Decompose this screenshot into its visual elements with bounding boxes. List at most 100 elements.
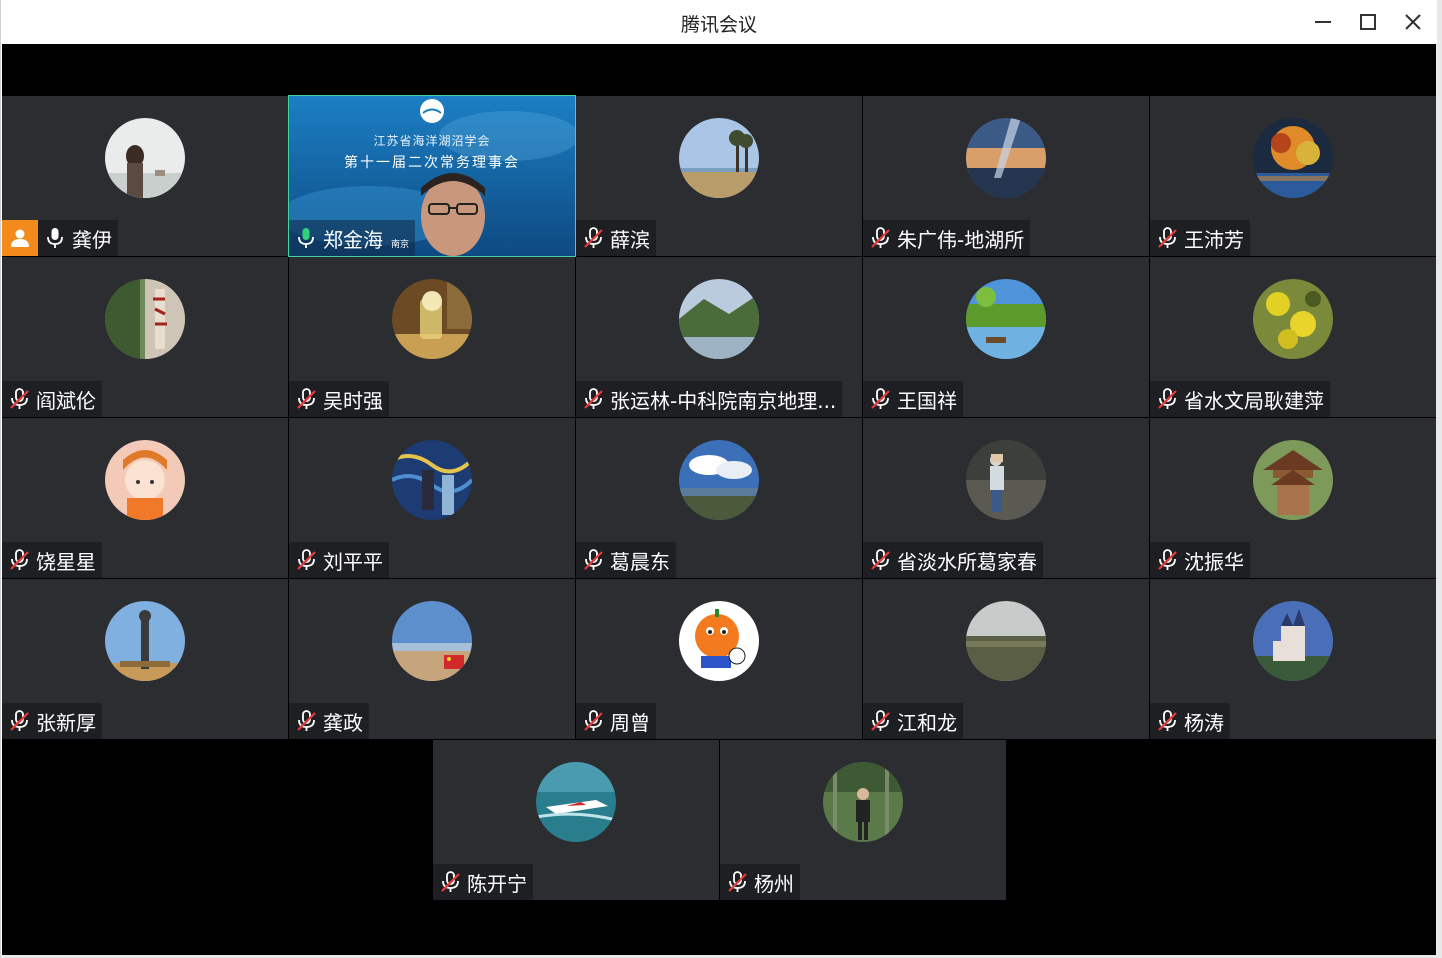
mic-muted-icon xyxy=(871,227,890,248)
participant-tile[interactable]: 王国祥 xyxy=(863,257,1149,417)
participant-avatar xyxy=(1253,440,1333,520)
maximize-icon xyxy=(1360,14,1376,30)
banner-line-1: 江苏省海洋湖沼学会 xyxy=(373,134,491,148)
mic-muted-icon xyxy=(728,871,747,892)
participant-avatar xyxy=(392,279,472,359)
participant-name: 刘平平 xyxy=(323,549,383,574)
mic-muted-icon xyxy=(584,388,603,409)
maximize-button[interactable] xyxy=(1348,6,1388,38)
close-button[interactable] xyxy=(1393,6,1433,38)
participant-avatar xyxy=(679,118,759,198)
participant-avatar xyxy=(1253,601,1333,681)
participant-name-label: 饶星星 xyxy=(2,542,102,578)
participant-tile[interactable]: 龚伊 xyxy=(2,96,288,256)
participant-tile[interactable]: 龚政 xyxy=(289,579,575,739)
mic-muted-indicator xyxy=(1156,709,1178,733)
participant-name: 张运林-中科院南京地理... xyxy=(610,388,837,413)
mic-muted-icon xyxy=(10,388,29,409)
banner-line-2: 第十一届二次常务理事会 xyxy=(344,155,520,171)
participant-tile[interactable]: 省水文局耿建萍 xyxy=(1150,257,1436,417)
mic-muted-icon xyxy=(871,710,890,731)
mic-muted-icon xyxy=(1158,388,1177,409)
participant-tile[interactable]: 沈振华 xyxy=(1150,418,1436,578)
participant-tile[interactable]: 陈开宁 xyxy=(433,740,719,900)
participant-name: 郑金海 xyxy=(323,227,383,252)
participant-avatar xyxy=(823,762,903,842)
mic-muted-icon xyxy=(10,549,29,570)
video-grid: 龚伊 江苏省海洋湖沼学会 第十一届二次常务理事会 郑金海 南京 薛滨 朱广伟-地湖所 王沛芳阎… xyxy=(2,44,1436,955)
mic-icon xyxy=(47,228,63,248)
participant-name: 朱广伟-地湖所 xyxy=(897,227,1025,252)
participant-avatar xyxy=(966,440,1046,520)
participant-name-label: 刘平平 xyxy=(289,542,389,578)
participant-name-label: 张运林-中科院南京地理... xyxy=(576,381,843,417)
mic-muted-indicator xyxy=(869,548,891,572)
participant-tile[interactable]: 张新厚 xyxy=(2,579,288,739)
participant-name: 周曾 xyxy=(610,710,650,735)
participant-name: 薛滨 xyxy=(610,227,650,252)
mic-muted-icon xyxy=(584,710,603,731)
mic-muted-icon xyxy=(297,710,316,731)
participant-name: 阎斌伦 xyxy=(36,388,96,413)
mic-muted-indicator xyxy=(582,387,604,411)
mic-muted-indicator xyxy=(726,870,748,894)
participant-avatar xyxy=(392,601,472,681)
minimize-button[interactable] xyxy=(1303,6,1343,38)
mic-muted-indicator xyxy=(439,870,461,894)
participant-name-label: 朱广伟-地湖所 xyxy=(863,220,1031,256)
participant-avatar xyxy=(105,118,185,198)
participant-tile[interactable]: 薛滨 xyxy=(576,96,862,256)
participant-avatar xyxy=(392,440,472,520)
mic-muted-indicator xyxy=(582,548,604,572)
minimize-icon xyxy=(1315,21,1331,23)
mic-muted-icon xyxy=(1158,710,1177,731)
participant-avatar xyxy=(1253,279,1333,359)
participant-name: 江和龙 xyxy=(897,710,957,735)
participant-tile[interactable]: 杨州 xyxy=(720,740,1006,900)
title-bar[interactable]: 腾讯会议 xyxy=(1,0,1437,44)
mic-muted-indicator xyxy=(1156,387,1178,411)
close-icon xyxy=(1405,14,1421,30)
participant-name: 龚伊 xyxy=(72,227,112,252)
participant-avatar xyxy=(966,601,1046,681)
participant-avatar xyxy=(679,440,759,520)
participant-tile[interactable]: 饶星星 xyxy=(2,418,288,578)
participant-name-label: 龚政 xyxy=(289,703,369,739)
participant-name-label: 王国祥 xyxy=(863,381,963,417)
participant-tile[interactable]: 张运林-中科院南京地理... xyxy=(576,257,862,417)
participant-name-label: 省水文局耿建萍 xyxy=(1150,381,1330,417)
participant-tile[interactable]: 葛晨东 xyxy=(576,418,862,578)
participant-avatar xyxy=(105,601,185,681)
mic-active-icon xyxy=(298,228,314,248)
mic-muted-icon xyxy=(584,549,603,570)
mic-muted-icon xyxy=(297,388,316,409)
mic-muted-indicator xyxy=(582,709,604,733)
mic-muted-icon xyxy=(584,227,603,248)
participant-tile[interactable]: 刘平平 xyxy=(289,418,575,578)
mic-muted-indicator xyxy=(8,387,30,411)
participant-tile[interactable]: 江和龙 xyxy=(863,579,1149,739)
participant-name-label: 薛滨 xyxy=(576,220,656,256)
participant-tile[interactable]: 朱广伟-地湖所 xyxy=(863,96,1149,256)
participant-tile[interactable]: 杨涛 xyxy=(1150,579,1436,739)
participant-name-label: 龚伊 xyxy=(38,220,118,256)
participant-tile[interactable]: 江苏省海洋湖沼学会 第十一届二次常务理事会 郑金海 南京 xyxy=(288,95,576,257)
mic-muted-icon xyxy=(871,549,890,570)
participant-name-label: 吴时强 xyxy=(289,381,389,417)
participant-tile[interactable]: 阎斌伦 xyxy=(2,257,288,417)
participant-avatar xyxy=(536,762,616,842)
participant-tile[interactable]: 吴时强 xyxy=(289,257,575,417)
mic-muted-indicator xyxy=(869,226,891,250)
participant-tile[interactable]: 周曾 xyxy=(576,579,862,739)
mic-muted-icon xyxy=(1158,549,1177,570)
participant-name: 吴时强 xyxy=(323,388,383,413)
participant-name-label: 陈开宁 xyxy=(433,864,533,900)
participant-tile[interactable]: 省淡水所葛家春 xyxy=(863,418,1149,578)
participant-tile[interactable]: 王沛芳 xyxy=(1150,96,1436,256)
participant-name: 王国祥 xyxy=(897,388,957,413)
mic-muted-indicator xyxy=(582,226,604,250)
mic-muted-indicator xyxy=(295,548,317,572)
participant-avatar xyxy=(679,601,759,681)
user-icon xyxy=(11,229,29,247)
participant-name-label: 张新厚 xyxy=(2,703,102,739)
